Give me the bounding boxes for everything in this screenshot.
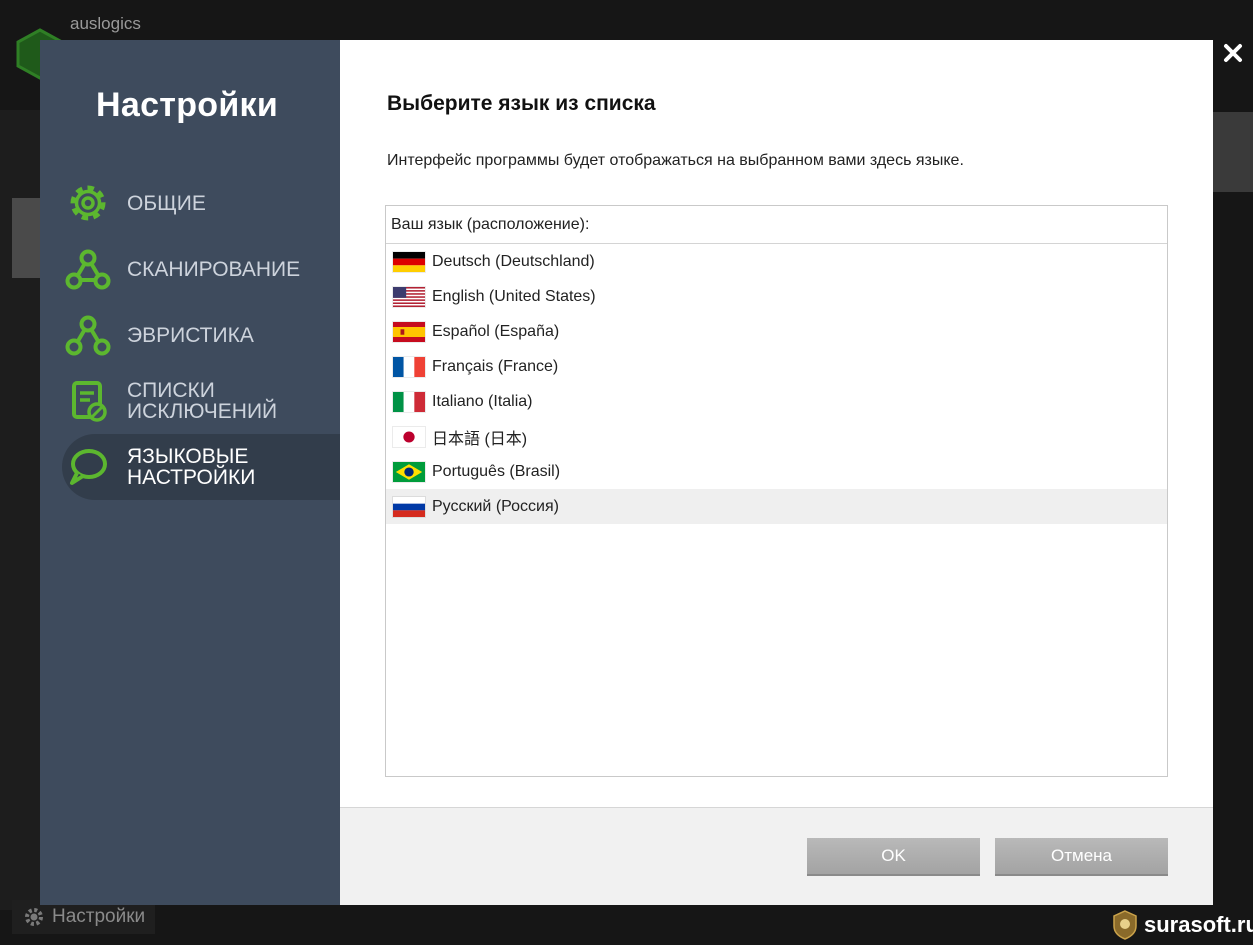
- settings-content: Выберите язык из списка Интерфейс програ…: [340, 40, 1213, 905]
- flag-us-icon: [392, 285, 426, 308]
- page-description: Интерфейс программы будет отображаться н…: [387, 152, 964, 169]
- ok-button[interactable]: OK: [807, 838, 980, 876]
- watermark: surasoft.ru: [1112, 910, 1253, 940]
- flag-br-icon: [392, 460, 426, 483]
- language-label: Deutsch (Deutschland): [432, 252, 595, 270]
- sidebar-item-label: ОБЩИЕ: [127, 191, 206, 215]
- page-title: Выберите язык из списка: [387, 92, 656, 115]
- close-icon: [1224, 44, 1242, 62]
- flag-es-icon: [392, 320, 426, 343]
- sidebar-item-label: СПИСКИ ИСКЛЮЧЕНИЙ: [127, 379, 278, 423]
- background-panel-strip: [1213, 112, 1253, 192]
- language-item-br[interactable]: Português (Brasil): [386, 454, 1167, 489]
- sidebar-item-scan[interactable]: СКАНИРОВАНИЕ: [62, 236, 340, 302]
- sidebar-item-heuristics[interactable]: ЭВРИСТИКА: [62, 302, 340, 368]
- flag-fr-icon: [392, 355, 426, 378]
- cancel-button[interactable]: Отмена: [995, 838, 1168, 876]
- seal-icon: [1113, 910, 1137, 940]
- flag-it-icon: [392, 390, 426, 413]
- gear-icon: [62, 177, 114, 229]
- language-item-de[interactable]: Deutsch (Deutschland): [386, 244, 1167, 279]
- flag-ru-icon: [392, 495, 426, 518]
- screen: auslogics Настройки Настройки ОБЩИЕ СКАН…: [0, 0, 1253, 945]
- close-button[interactable]: [1218, 38, 1248, 68]
- language-label: Português (Brasil): [432, 462, 561, 480]
- language-label: English (United States): [432, 287, 596, 305]
- language-label: 日本語 (日本): [432, 430, 528, 448]
- flag-de-icon: [392, 250, 426, 273]
- background-sidebar-highlight: [12, 198, 40, 278]
- settings-sidebar: Настройки ОБЩИЕ СКАНИРОВАНИЕ ЭВРИСТИКА С…: [40, 40, 340, 905]
- language-item-it[interactable]: Italiano (Italia): [386, 384, 1167, 419]
- background-settings-label: Настройки: [52, 906, 146, 927]
- sidebar-title: Настройки: [96, 86, 279, 124]
- language-list[interactable]: Ваш язык (расположение): Deutsch (Deutsc…: [385, 205, 1168, 777]
- background-settings-button[interactable]: Настройки: [12, 900, 156, 934]
- scan-nodes-icon: [62, 243, 114, 295]
- language-label: Русский (Россия): [432, 497, 559, 515]
- sidebar-item-label: ЯЗЫКОВЫЕ НАСТРОЙКИ: [127, 445, 256, 489]
- sidebar-item-exclusions[interactable]: СПИСКИ ИСКЛЮЧЕНИЙ: [62, 368, 340, 434]
- speech-bubble-icon: [62, 441, 114, 493]
- settings-dialog: Настройки ОБЩИЕ СКАНИРОВАНИЕ ЭВРИСТИКА С…: [40, 40, 1213, 905]
- language-item-us[interactable]: English (United States): [386, 279, 1167, 314]
- sidebar-item-general[interactable]: ОБЩИЕ: [62, 170, 340, 236]
- language-item-ru[interactable]: Русский (Россия): [386, 489, 1167, 524]
- language-item-fr[interactable]: Français (France): [386, 349, 1167, 384]
- gear-icon: [25, 908, 43, 926]
- language-list-header: Ваш язык (расположение):: [386, 206, 1167, 244]
- sidebar-item-language[interactable]: ЯЗЫКОВЫЕ НАСТРОЙКИ: [62, 434, 340, 500]
- language-label: Français (France): [432, 357, 559, 375]
- sidebar-item-label: СКАНИРОВАНИЕ: [127, 257, 301, 281]
- sidebar-item-label: ЭВРИСТИКА: [127, 323, 254, 347]
- heuristic-nodes-icon: [62, 309, 114, 361]
- watermark-text: surasoft.ru: [1144, 912, 1253, 937]
- exclusion-list-icon: [62, 375, 114, 427]
- language-item-es[interactable]: Español (España): [386, 314, 1167, 349]
- language-label: Español (España): [432, 322, 560, 340]
- language-item-jp[interactable]: 日本語 (日本): [386, 419, 1167, 454]
- brand-name: auslogics: [70, 14, 141, 33]
- language-label: Italiano (Italia): [432, 392, 533, 410]
- dialog-footer: OK Отмена: [340, 807, 1213, 905]
- flag-jp-icon: [392, 425, 426, 448]
